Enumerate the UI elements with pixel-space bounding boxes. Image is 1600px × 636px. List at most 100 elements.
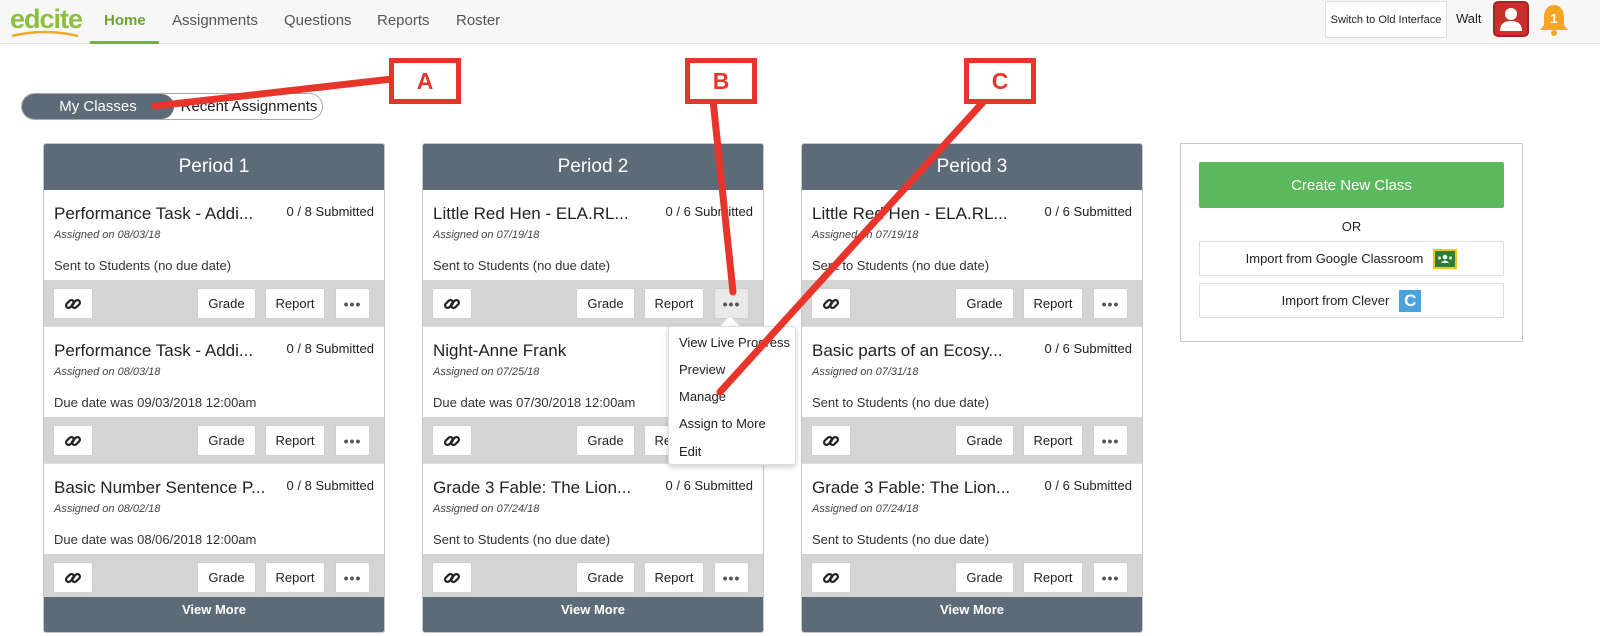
view-toggle: My Classes Recent Assignments	[21, 93, 323, 120]
assignment-title[interactable]: Little Red Hen - ELA.RL...	[433, 204, 629, 224]
copy-link-button[interactable]	[53, 288, 93, 319]
grade-button[interactable]: Grade	[576, 425, 635, 456]
copy-link-button[interactable]	[53, 562, 93, 593]
assignment-item: Grade 3 Fable: The Lion... 0 / 6 Submitt…	[423, 464, 763, 601]
link-icon	[822, 298, 840, 309]
assignment-title[interactable]: Night-Anne Frank	[433, 341, 566, 361]
assignment-actions: Grade Report •••	[44, 554, 384, 600]
more-options-button[interactable]: •••	[1093, 288, 1128, 319]
copy-link-button[interactable]	[432, 425, 472, 456]
more-options-button[interactable]: •••	[714, 288, 749, 319]
more-options-button[interactable]: •••	[335, 288, 370, 319]
link-icon	[443, 572, 461, 583]
menu-view-live-progress[interactable]: View Live Progress	[679, 335, 790, 350]
assignment-item: Little Red Hen - ELA.RL... 0 / 6 Submitt…	[423, 190, 763, 327]
import-clever-label: Import from Clever	[1281, 293, 1390, 308]
assignment-title[interactable]: Basic Number Sentence P...	[54, 478, 265, 498]
copy-link-button[interactable]	[811, 425, 851, 456]
copy-link-button[interactable]	[432, 288, 472, 319]
report-button[interactable]: Report	[265, 425, 325, 456]
more-options-button[interactable]: •••	[1093, 562, 1128, 593]
assignment-item: Performance Task - Addi... 0 / 8 Submitt…	[44, 327, 384, 464]
class-card-title[interactable]: Period 2	[423, 144, 763, 190]
assignment-status: Sent to Students (no due date)	[812, 532, 990, 547]
more-options-button[interactable]: •••	[1093, 425, 1128, 456]
report-button[interactable]: Report	[1023, 425, 1083, 456]
grade-button[interactable]: Grade	[197, 562, 256, 593]
grade-button[interactable]: Grade	[576, 562, 635, 593]
grade-button[interactable]: Grade	[955, 288, 1014, 319]
assignment-status: Sent to Students (no due date)	[812, 395, 990, 410]
link-icon	[822, 572, 840, 583]
nav-questions[interactable]: Questions	[284, 12, 352, 29]
menu-assign-to-more[interactable]: Assign to More	[679, 416, 766, 431]
my-classes-tab[interactable]: My Classes	[22, 94, 174, 119]
grade-button[interactable]: Grade	[955, 425, 1014, 456]
nav-reports[interactable]: Reports	[377, 12, 430, 29]
menu-manage[interactable]: Manage	[679, 389, 726, 404]
menu-preview[interactable]: Preview	[679, 362, 725, 377]
grade-button[interactable]: Grade	[197, 425, 256, 456]
grade-button[interactable]: Grade	[197, 288, 256, 319]
view-more-button[interactable]: View More	[423, 597, 763, 632]
assignment-actions: Grade Report •••	[423, 280, 763, 326]
assignment-title[interactable]: Little Red Hen - ELA.RL...	[812, 204, 1008, 224]
assignment-title[interactable]: Grade 3 Fable: The Lion...	[433, 478, 631, 498]
more-options-button[interactable]: •••	[335, 562, 370, 593]
recent-assignments-tab[interactable]: Recent Assignments	[174, 94, 324, 119]
menu-edit[interactable]: Edit	[679, 444, 701, 459]
more-options-button[interactable]: •••	[714, 562, 749, 593]
assignment-item: Basic parts of an Ecosy... 0 / 6 Submitt…	[802, 327, 1142, 464]
copy-link-button[interactable]	[811, 288, 851, 319]
callout-c: C	[964, 58, 1036, 104]
create-new-class-button[interactable]: Create New Class	[1199, 162, 1504, 208]
import-google-classroom-button[interactable]: Import from Google Classroom	[1199, 241, 1504, 276]
link-icon	[822, 435, 840, 446]
assignment-actions: Grade Report •••	[802, 554, 1142, 600]
assignment-item: Grade 3 Fable: The Lion... 0 / 6 Submitt…	[802, 464, 1142, 601]
assignment-item: Little Red Hen - ELA.RL... 0 / 6 Submitt…	[802, 190, 1142, 327]
nav-roster[interactable]: Roster	[456, 12, 500, 29]
link-icon	[443, 298, 461, 309]
grade-button[interactable]: Grade	[955, 562, 1014, 593]
assigned-date: Assigned on 08/03/18	[54, 229, 161, 241]
more-options-button[interactable]: •••	[335, 425, 370, 456]
report-button[interactable]: Report	[265, 562, 325, 593]
notification-count: 1	[1550, 11, 1557, 26]
assignment-item: Performance Task - Addi... 0 / 8 Submitt…	[44, 190, 384, 327]
import-clever-button[interactable]: Import from Clever C	[1199, 283, 1504, 318]
user-avatar[interactable]	[1493, 1, 1529, 37]
copy-link-button[interactable]	[53, 425, 93, 456]
callout-b: B	[685, 58, 757, 104]
view-more-button[interactable]: View More	[44, 597, 384, 632]
submitted-count: 0 / 6 Submitted	[665, 204, 753, 219]
notification-bell-icon[interactable]: 1	[1538, 3, 1570, 37]
assigned-date: Assigned on 07/24/18	[812, 503, 919, 515]
report-button[interactable]: Report	[644, 562, 704, 593]
copy-link-button[interactable]	[811, 562, 851, 593]
assigned-date: Assigned on 07/19/18	[433, 229, 540, 241]
assignment-actions: Grade Report •••	[802, 417, 1142, 463]
class-card-title[interactable]: Period 1	[44, 144, 384, 190]
assignment-title[interactable]: Basic parts of an Ecosy...	[812, 341, 1003, 361]
assignment-title[interactable]: Performance Task - Addi...	[54, 204, 253, 224]
class-card-title[interactable]: Period 3	[802, 144, 1142, 190]
submitted-count: 0 / 6 Submitted	[1044, 341, 1132, 356]
copy-link-button[interactable]	[432, 562, 472, 593]
assignment-status: Sent to Students (no due date)	[54, 258, 232, 273]
submitted-count: 0 / 6 Submitted	[665, 478, 753, 493]
user-name[interactable]: Walt	[1456, 11, 1482, 26]
report-button[interactable]: Report	[644, 288, 704, 319]
assignment-title[interactable]: Performance Task - Addi...	[54, 341, 253, 361]
nav-home[interactable]: Home	[104, 12, 146, 29]
nav-assignments[interactable]: Assignments	[172, 12, 258, 29]
switch-old-interface-button[interactable]: Switch to Old Interface	[1325, 1, 1447, 38]
report-button[interactable]: Report	[1023, 288, 1083, 319]
submitted-count: 0 / 8 Submitted	[286, 478, 374, 493]
logo-swoosh-icon	[11, 30, 79, 38]
report-button[interactable]: Report	[1023, 562, 1083, 593]
view-more-button[interactable]: View More	[802, 597, 1142, 632]
report-button[interactable]: Report	[265, 288, 325, 319]
grade-button[interactable]: Grade	[576, 288, 635, 319]
assignment-title[interactable]: Grade 3 Fable: The Lion...	[812, 478, 1010, 498]
